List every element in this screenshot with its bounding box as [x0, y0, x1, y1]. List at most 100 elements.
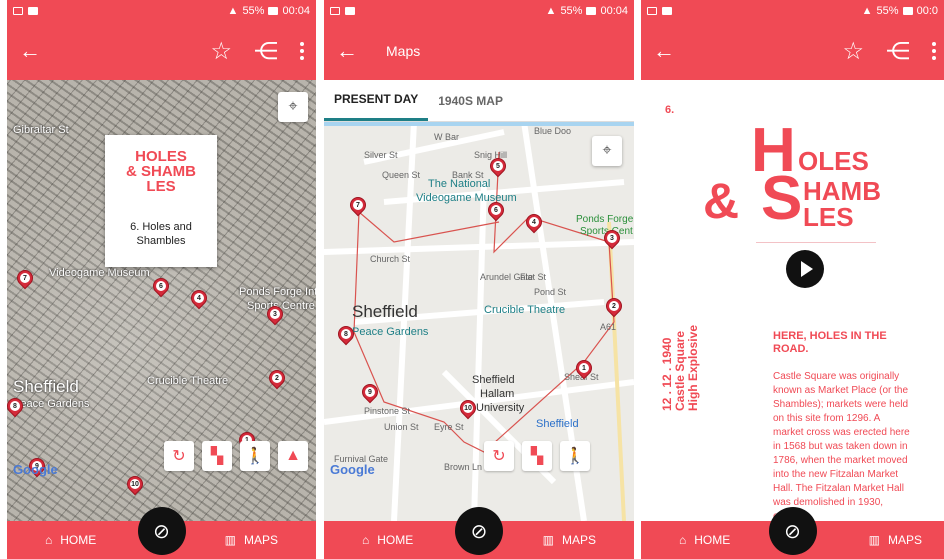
map-label: Gibraltar St — [13, 124, 69, 136]
my-location-button[interactable]: ⌖ — [592, 136, 622, 166]
map-tools: ↻ ▚ 🚶 ▲ — [164, 441, 308, 471]
bomb-type: High Explosive — [686, 325, 701, 412]
map-label: Sheffield — [536, 418, 579, 430]
map-label: Ponds Forge Int — [239, 286, 316, 298]
message-icon — [28, 7, 38, 15]
battery-level: 55% — [876, 5, 899, 17]
google-logo: Google — [330, 462, 375, 477]
walking-person-icon: 🚶 — [245, 448, 265, 465]
status-time: 00:0 — [916, 5, 938, 17]
center-fab-button[interactable]: ⊘ — [455, 507, 503, 555]
crosshair-icon: ⌖ — [288, 98, 298, 115]
divider — [756, 242, 876, 243]
center-fab-button[interactable]: ⊘ — [137, 507, 186, 555]
gallery-icon — [330, 7, 340, 15]
street-map[interactable]: Blue Doo W Bar Silver St Queen St Bank S… — [324, 122, 634, 521]
share-icon[interactable]: ⋲ — [254, 37, 278, 66]
section-heading: HERE, HOLES IN THE ROAD. — [773, 330, 887, 356]
star-icon[interactable]: ☆ — [210, 37, 232, 66]
nav-maps[interactable]: ▥ MAPS — [543, 533, 596, 547]
map-label-city: Sheffield — [13, 377, 79, 396]
map-label: Union St — [384, 422, 419, 432]
refresh-icon: ↻ — [172, 448, 186, 465]
map-label: Videogame Museum — [49, 267, 150, 279]
tab-present-day[interactable]: PRESENT DAY — [324, 80, 429, 121]
message-icon — [345, 7, 355, 15]
map-label: Crucible Theatre — [147, 375, 229, 387]
signal-icon: ▲ — [545, 5, 557, 17]
back-arrow-icon[interactable]: ← — [653, 38, 683, 64]
layers-button[interactable]: ▚ — [522, 441, 552, 471]
battery-level: 55% — [560, 5, 583, 17]
map-label: Flat St — [520, 272, 547, 282]
crosshair-icon: ⌖ — [602, 142, 612, 159]
walking-person-icon: 🚶 — [565, 448, 585, 465]
map-label: Silver St — [364, 150, 398, 160]
nav-maps[interactable]: ▥ MAPS — [869, 533, 922, 547]
refresh-button[interactable]: ↻ — [164, 441, 194, 471]
map-layers-icon: ▚ — [210, 448, 224, 465]
more-options-icon[interactable] — [932, 42, 936, 60]
map-label: Peace Gardens — [352, 326, 429, 338]
map-label: Hallam — [480, 388, 515, 400]
gallery-icon — [647, 7, 657, 15]
tab-1940s-map[interactable]: 1940S MAP — [428, 80, 513, 121]
home-icon: ⌂ — [45, 533, 53, 547]
nav-home[interactable]: ⌂ HOME — [362, 533, 413, 547]
map-label: Eyre St — [434, 422, 464, 432]
holes-shambles-logo: H OLES & S HAMB LES — [703, 116, 881, 233]
page-title: Maps — [386, 43, 421, 59]
signal-icon: ▲ — [861, 5, 873, 17]
walk-button[interactable]: 🚶 — [560, 441, 590, 471]
map-label: Blue Doo — [534, 126, 572, 136]
nav-home[interactable]: ⌂ HOME — [45, 533, 96, 547]
status-bar: ▲ 55% 00:0 — [641, 0, 944, 22]
no-location-icon: ⊘ — [784, 520, 801, 543]
map-label: Videogame Museum — [416, 192, 517, 204]
phone-screen-map-present: ▲ 55% 00:04 ← Maps PRESENT DAY 1940S MAP… — [324, 0, 634, 559]
map-layers-icon: ▚ — [530, 448, 544, 465]
no-location-icon: ⊘ — [153, 520, 170, 543]
holes-shambles-logo: HOLES & SHAMB LES — [126, 148, 196, 195]
status-bar: ▲ 55% 00:04 — [7, 0, 316, 22]
location-detail: 6. H OLES & S HAMB LES 12 . 12 . 1940 Ca… — [641, 80, 944, 521]
map-label: Ponds Forge — [576, 214, 634, 225]
map-label: Crucible Theatre — [484, 304, 566, 316]
star-icon[interactable]: ☆ — [842, 37, 864, 66]
nav-home[interactable]: ⌂ HOME — [679, 533, 730, 547]
center-fab-button[interactable]: ⊘ — [768, 507, 817, 555]
status-time: 00:04 — [600, 5, 628, 17]
nav-maps[interactable]: ▥ MAPS — [225, 533, 278, 547]
signal-icon: ▲ — [227, 5, 239, 17]
navigate-button[interactable]: ▲ — [278, 441, 308, 471]
map-label: Pond St — [534, 287, 567, 297]
map-label: Church St — [370, 254, 411, 264]
battery-icon — [902, 7, 913, 15]
map-tabs: PRESENT DAY 1940S MAP — [324, 80, 634, 122]
play-audio-button[interactable] — [786, 250, 824, 288]
app-bar: ← Maps — [324, 22, 634, 80]
map-icon: ▥ — [868, 533, 880, 547]
app-bar: ← ☆ ⋲ — [641, 22, 944, 80]
map-label: A61 — [600, 322, 617, 332]
layers-button[interactable]: ▚ — [202, 441, 232, 471]
popup-caption: 6. Holes and Shambles — [130, 221, 192, 248]
phone-screen-location-detail: ▲ 55% 00:0 ← ☆ ⋲ 6. H OLES & S HAMB LES … — [641, 0, 944, 559]
refresh-button[interactable]: ↻ — [484, 441, 514, 471]
bomb-info: 12 . 12 . 1940 Castle Square High Explos… — [660, 325, 721, 425]
location-popup[interactable]: HOLES & SHAMB LES 6. Holes and Shambles — [105, 135, 217, 267]
back-arrow-icon[interactable]: ← — [336, 38, 366, 64]
map-label: Sheffield — [472, 374, 515, 386]
google-logo: Google — [13, 462, 58, 477]
map-label: University — [476, 402, 525, 414]
location-number: 6. — [665, 104, 675, 116]
share-icon[interactable]: ⋲ — [886, 37, 910, 66]
walk-button[interactable]: 🚶 — [240, 441, 270, 471]
more-options-icon[interactable] — [300, 42, 304, 60]
map-tools: ↻ ▚ 🚶 — [484, 441, 590, 471]
historic-map[interactable]: Gibraltar St Videogame Museum Ponds Forg… — [7, 80, 316, 521]
back-arrow-icon[interactable]: ← — [19, 38, 49, 64]
battery-icon — [586, 7, 597, 15]
my-location-button[interactable]: ⌖ — [278, 92, 308, 122]
map-label: Peace Gardens — [13, 398, 90, 410]
